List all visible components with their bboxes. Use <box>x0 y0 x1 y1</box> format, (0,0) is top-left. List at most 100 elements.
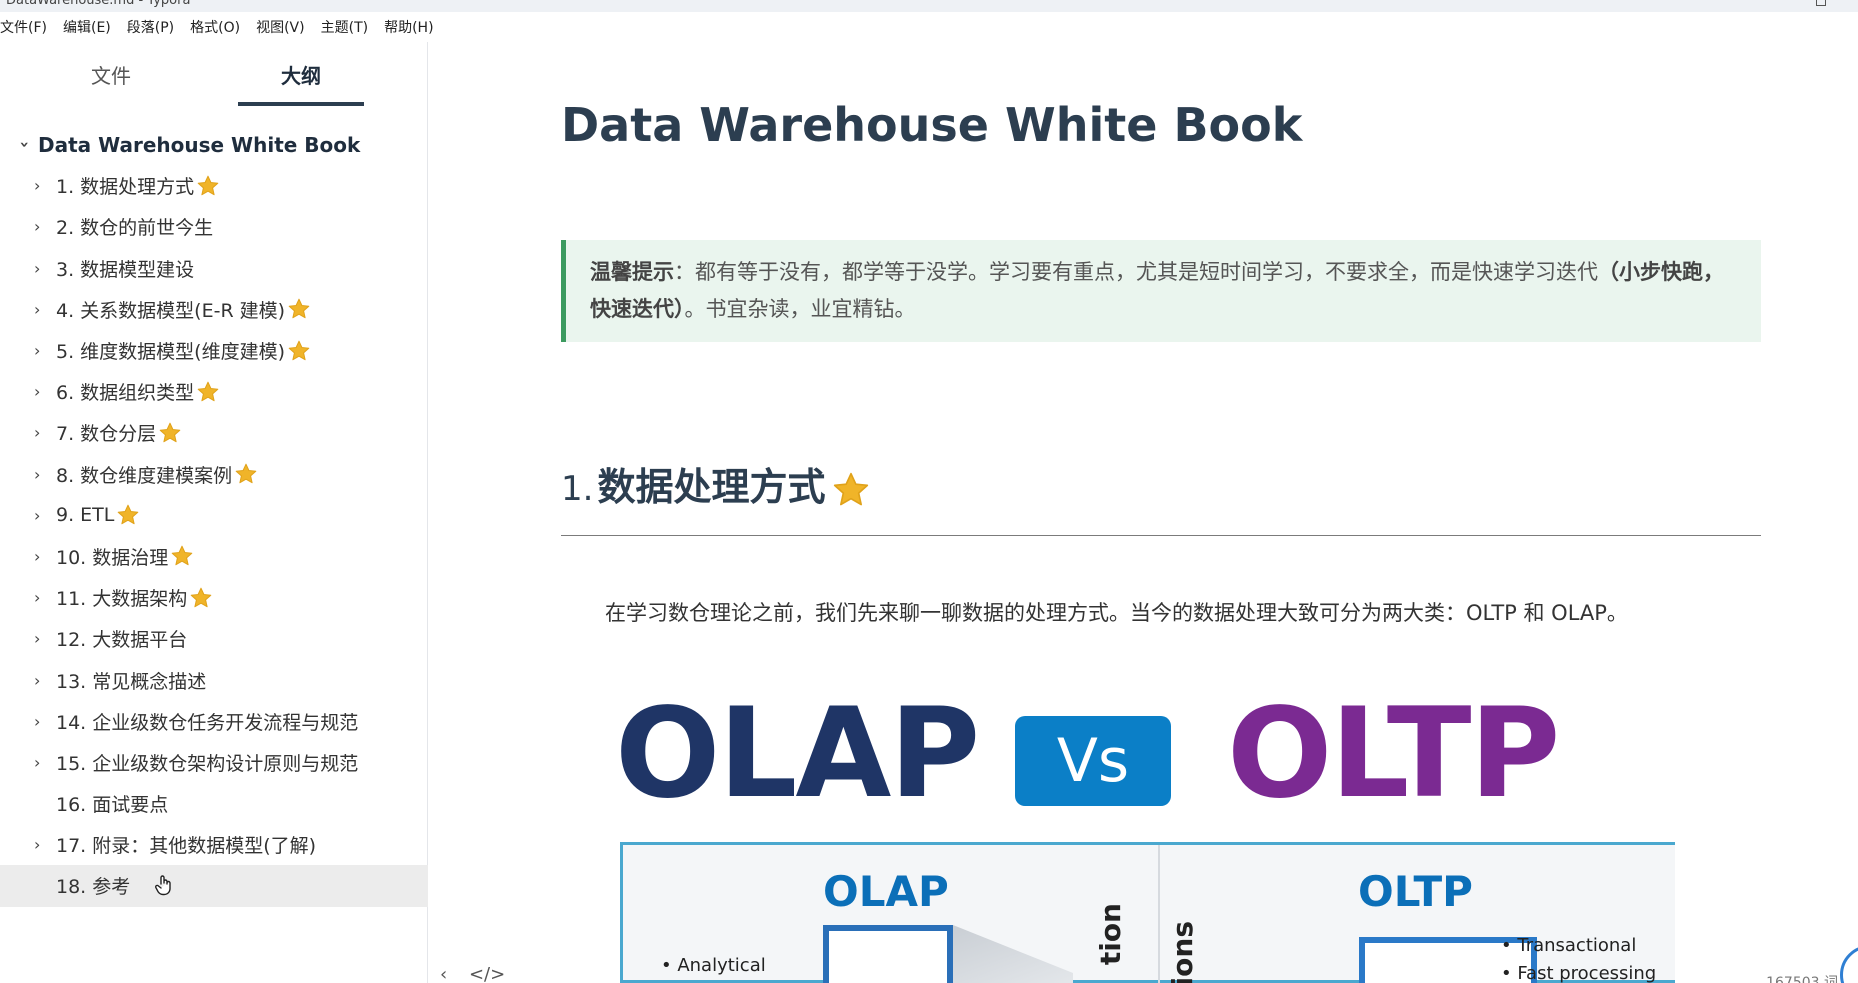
olap-chart-icon <box>823 925 953 983</box>
outline-item-label: 6. 数据组织类型 <box>56 382 195 405</box>
outline-item[interactable]: › 14. 企业级数仓任务开发流程与规范 <box>0 701 428 742</box>
star-icon <box>197 175 219 195</box>
chevron-right-icon[interactable]: › <box>34 259 56 278</box>
menu-format[interactable]: 格式(O) <box>190 17 240 37</box>
editor[interactable]: Data Warehouse White Book 温馨提示：都有等于没有，都学… <box>429 42 1858 983</box>
sidebar-toggle-controls[interactable]: ‹ </> <box>440 964 505 983</box>
tip-blockquote: 温馨提示：都有等于没有，都学等于没学。学习要有重点，尤其是短时间学习，不要求全，… <box>561 240 1761 342</box>
outline-item-label: 7. 数仓分层 <box>56 423 157 446</box>
chevron-right-icon[interactable]: › <box>34 588 56 607</box>
hand-cursor-icon <box>155 875 171 896</box>
chevron-right-icon[interactable]: › <box>34 629 56 648</box>
outline-item[interactable]: › 10. 数据治理 <box>0 536 428 577</box>
sidebar-tabs: 文件 大纲 <box>0 42 428 106</box>
chevron-right-icon[interactable]: › <box>34 835 56 854</box>
star-icon <box>288 299 310 319</box>
star-icon <box>197 381 219 401</box>
chevron-right-icon[interactable]: › <box>34 671 56 690</box>
panel-vertical-text-left: tion <box>1094 903 1127 966</box>
outline-item-label: 4. 关系数据模型(E-R 建模) <box>56 299 286 322</box>
star-icon <box>235 463 257 484</box>
outline-item-label: 18. 参考 <box>56 876 131 899</box>
oltp-bullet-2: • Fast processing <box>1501 963 1657 983</box>
outline-item[interactable]: 18. 参考 <box>0 865 428 907</box>
outline-item-label: 13. 常见概念描述 <box>56 670 207 693</box>
outline-item-label: 14. 企业级数仓任务开发流程与规范 <box>56 711 359 734</box>
outline-item[interactable]: › 17. 附录：其他数据模型(了解) <box>0 824 428 865</box>
tip-bold-prefix: 温馨提示 <box>590 260 674 284</box>
menu-edit[interactable]: 编辑(E) <box>63 17 111 37</box>
window-title-bar: DataWarehouse.md - Typora <box>0 0 1858 12</box>
chevron-down-icon[interactable]: › <box>16 136 35 154</box>
chevron-right-icon[interactable]: › <box>34 753 56 772</box>
source-code-icon[interactable]: </> <box>469 964 505 983</box>
outline-item[interactable]: › 9. ETL <box>0 495 428 536</box>
menu-file[interactable]: 文件(F) <box>0 17 47 37</box>
star-icon <box>288 340 310 360</box>
outline-item-label: 10. 数据治理 <box>56 546 169 569</box>
outline-item[interactable]: › 6. 数据组织类型 <box>0 371 428 412</box>
section-heading: 1. 数据处理方式 <box>561 446 1761 536</box>
outline-root[interactable]: › Data Warehouse White Book <box>0 124 428 165</box>
chevron-right-icon[interactable]: › <box>34 176 56 195</box>
outline-item[interactable]: › 1. 数据处理方式 <box>0 165 428 206</box>
outline-root-label: Data Warehouse White Book <box>38 132 361 157</box>
outline-item-label: 2. 数仓的前世今生 <box>56 217 214 240</box>
chevron-left-icon[interactable]: ‹ <box>440 964 447 983</box>
star-icon <box>834 472 869 505</box>
star-icon <box>118 504 139 525</box>
figure-olap-title: OLAP <box>615 692 980 826</box>
outline-item[interactable]: › 3. 数据模型建设 <box>0 248 428 289</box>
outline-item-label: 17. 附录：其他数据模型(了解) <box>56 835 317 858</box>
outline-item[interactable]: › 4. 关系数据模型(E-R 建模) <box>0 289 428 330</box>
outline-item[interactable]: › 5. 维度数据模型(维度建模) <box>0 330 428 371</box>
outline-item[interactable]: › 8. 数仓维度建模案例 <box>0 454 428 495</box>
outline-item-label: 9. ETL <box>56 504 115 527</box>
section-title: 数据处理方式 <box>597 465 826 509</box>
outline-item[interactable]: › 15. 企业级数仓架构设计原则与规范 <box>0 742 428 783</box>
star-icon <box>190 587 212 607</box>
chevron-right-icon[interactable]: › <box>34 712 56 731</box>
menu-help[interactable]: 帮助(H) <box>384 17 433 37</box>
outline-item-label: 5. 维度数据模型(维度建模) <box>56 341 285 364</box>
figure-vs-badge: Vs <box>1015 716 1171 806</box>
olap-vs-oltp-image: OLAP Vs OLTP OLAP OLTP tion ions • Analy… <box>615 692 1675 983</box>
chevron-right-icon[interactable]: › <box>34 300 56 319</box>
menu-view[interactable]: 视图(V) <box>256 17 305 37</box>
outline-item-label: 1. 数据处理方式 <box>56 176 195 199</box>
menu-paragraph[interactable]: 段落(P) <box>127 17 174 37</box>
star-icon <box>159 422 181 443</box>
outline-item[interactable]: › 12. 大数据平台 <box>0 618 428 659</box>
chevron-right-icon[interactable]: › <box>34 465 56 484</box>
restore-window-icon[interactable] <box>1816 0 1826 6</box>
outline-item-label: 8. 数仓维度建模案例 <box>56 464 233 487</box>
outline-item[interactable]: 16. 面试要点 <box>0 783 428 824</box>
outline-item[interactable]: › 11. 大数据架构 <box>0 577 428 618</box>
sidebar: 文件 大纲 › Data Warehouse White Book › 1. 数据… <box>0 42 428 983</box>
tip-text-2: 。书宜杂读，业宜精钻。 <box>684 297 916 321</box>
panel-olap-label: OLAP <box>823 867 949 916</box>
chevron-right-icon[interactable]: › <box>34 506 56 525</box>
olap-bullet: • Analytical <box>661 955 766 976</box>
outline-item-label: 11. 大数据架构 <box>56 588 188 611</box>
outline-item-label: 12. 大数据平台 <box>56 629 188 652</box>
outline-list: › Data Warehouse White Book › 1. 数据处理方式 › 2… <box>0 124 428 907</box>
document-title: Data Warehouse White Book <box>561 98 1303 152</box>
chevron-right-icon[interactable]: › <box>34 217 56 236</box>
tab-outline[interactable]: 大纲 <box>238 60 364 106</box>
chevron-right-icon[interactable]: › <box>34 423 56 442</box>
chevron-right-icon[interactable]: › <box>34 341 56 360</box>
tab-files[interactable]: 文件 <box>48 60 174 106</box>
outline-item[interactable]: › 7. 数仓分层 <box>0 412 428 453</box>
outline-item-label: 16. 面试要点 <box>56 794 169 817</box>
menu-bar: 文件(F) 编辑(E) 段落(P) 格式(O) 视图(V) 主题(T) 帮助(H… <box>0 12 1858 42</box>
figure-oltp-title: OLTP <box>1227 692 1560 826</box>
window-title: DataWarehouse.md - Typora <box>6 0 191 8</box>
chevron-right-icon[interactable]: › <box>34 382 56 401</box>
chevron-right-icon[interactable]: › <box>34 547 56 566</box>
outline-item[interactable]: › 13. 常见概念描述 <box>0 659 428 700</box>
menu-theme[interactable]: 主题(T) <box>321 17 368 37</box>
panel-vertical-text-right: ions <box>1166 921 1199 983</box>
word-count[interactable]: 167503 词 <box>1766 972 1838 983</box>
outline-item[interactable]: › 2. 数仓的前世今生 <box>0 206 428 247</box>
